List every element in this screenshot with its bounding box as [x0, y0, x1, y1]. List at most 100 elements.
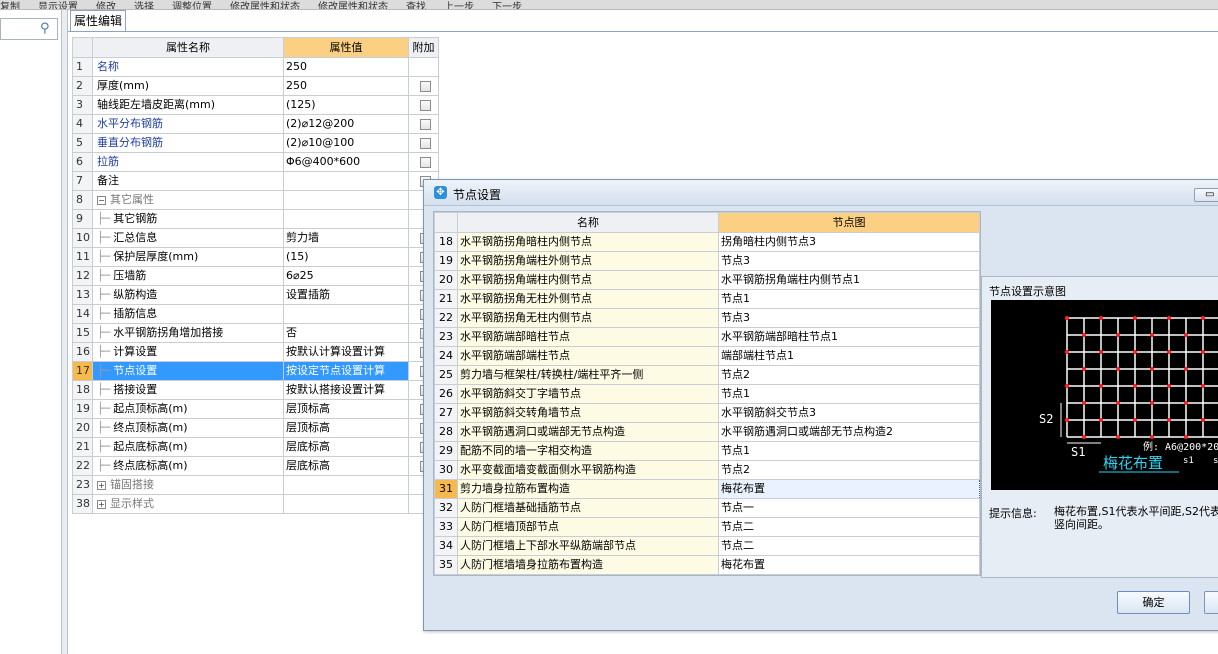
node-row[interactable]: 24 水平钢筋端部端柱节点 端部端柱节点1: [434, 346, 980, 366]
node-row[interactable]: 34 人防门框墙上下部水平纵筋端部节点 节点二: [434, 536, 980, 556]
property-row[interactable]: 4 水平分布钢筋 (2)⌀12@200: [72, 114, 439, 134]
toolbar-item[interactable]: 修改属性和状态: [318, 3, 388, 10]
property-row[interactable]: 11 ├─ 保护层厚度(mm) (15): [72, 247, 439, 267]
node-row[interactable]: 28 水平钢筋遇洞口或端部无节点构造 水平钢筋遇洞口或端部无节点构造2: [434, 422, 980, 442]
node-row[interactable]: 30 水平变截面墙变截面侧水平钢筋构造 节点2: [434, 460, 980, 480]
node-row[interactable]: 31 剪力墙身拉筋布置构造 梅花布置: [434, 479, 980, 499]
node-diagram-cell[interactable]: 节点3: [718, 251, 980, 271]
property-row[interactable]: 38 + 显示样式: [72, 494, 439, 514]
node-diagram-cell[interactable]: 节点2: [718, 460, 980, 480]
node-diagram-cell[interactable]: 水平钢筋端部暗柱节点1: [718, 327, 980, 347]
property-value-header[interactable]: 属性值: [283, 37, 409, 58]
property-value-cell[interactable]: 6⌀25: [283, 266, 409, 286]
node-diagram-cell[interactable]: 梅花布置: [718, 479, 980, 499]
property-value-cell[interactable]: 否: [283, 323, 409, 343]
node-diagram-header[interactable]: 节点图: [718, 212, 980, 233]
node-diagram-cell[interactable]: 节点二: [718, 536, 980, 556]
property-row[interactable]: 1 名称 250: [72, 57, 439, 77]
node-row[interactable]: 22 水平钢筋拐角无柱内侧节点 节点3: [434, 308, 980, 328]
property-value-cell[interactable]: [283, 494, 409, 514]
property-row[interactable]: 10 ├─ 汇总信息 剪力墙: [72, 228, 439, 248]
toolbar-item[interactable]: 修改属性和状态: [230, 3, 300, 10]
node-diagram-cell[interactable]: 水平钢筋遇洞口或端部无节点构造2: [718, 422, 980, 442]
expand-icon[interactable]: +: [97, 480, 106, 490]
property-row[interactable]: 7 备注: [72, 171, 439, 191]
node-diagram-cell[interactable]: 节点1: [718, 384, 980, 404]
property-value-cell[interactable]: [283, 475, 409, 495]
property-name-header[interactable]: 属性名称: [92, 37, 284, 58]
tab-property-edit[interactable]: 属性编辑: [70, 10, 126, 32]
extra-checkbox[interactable]: [420, 80, 431, 92]
property-value-cell[interactable]: [283, 304, 409, 324]
property-row[interactable]: 5 垂直分布钢筋 (2)⌀10@100: [72, 133, 439, 153]
property-row[interactable]: 19 ├─ 起点顶标高(m) 层顶标高: [72, 399, 439, 419]
node-row[interactable]: 25 剪力墙与框架柱/转换柱/端柱平齐一侧 节点2: [434, 365, 980, 385]
property-row[interactable]: 8− 其它属性: [72, 190, 439, 210]
property-row[interactable]: 13 ├─ 纵筋构造 设置插筋: [72, 285, 439, 305]
pane-splitter[interactable]: [62, 10, 68, 654]
property-value-cell[interactable]: 层底标高: [283, 437, 409, 457]
ok-button[interactable]: 确定: [1117, 591, 1190, 614]
property-value-cell[interactable]: 按设定节点设置计算: [283, 361, 409, 381]
toolbar-item[interactable]: 上一步: [444, 3, 474, 10]
property-value-cell[interactable]: Φ6@400*600: [283, 152, 409, 172]
property-value-cell[interactable]: 层顶标高: [283, 418, 409, 438]
property-value-cell[interactable]: 设置插筋: [283, 285, 409, 305]
node-diagram-cell[interactable]: 节点2: [718, 365, 980, 385]
property-row[interactable]: 12 ├─ 压墙筋 6⌀25: [72, 266, 439, 286]
property-value-cell[interactable]: (125): [283, 95, 409, 115]
toolbar-item[interactable]: 调整位置: [172, 3, 212, 10]
search-icon[interactable]: ⚲: [40, 21, 50, 36]
property-value-cell[interactable]: 按默认计算设置计算: [283, 342, 409, 362]
property-value-cell[interactable]: 按默认搭接设置计算: [283, 380, 409, 400]
property-row[interactable]: 9 ├─ 其它钢筋: [72, 209, 439, 229]
node-diagram-cell[interactable]: 梅花布置: [718, 555, 980, 575]
node-row[interactable]: 20 水平钢筋拐角端柱内侧节点 水平钢筋拐角端柱内侧节点1: [434, 270, 980, 290]
property-row[interactable]: 21 ├─ 起点底标高(m) 层底标高: [72, 437, 439, 457]
cancel-button[interactable]: [1204, 591, 1218, 614]
node-diagram-cell[interactable]: 节点二: [718, 517, 980, 537]
property-value-cell[interactable]: (2)⌀12@200: [283, 114, 409, 134]
node-diagram-cell[interactable]: 拐角暗柱内侧节点3: [718, 232, 980, 252]
property-value-cell[interactable]: 层底标高: [283, 456, 409, 476]
property-row[interactable]: 18 ├─ 搭接设置 按默认搭接设置计算: [72, 380, 439, 400]
node-name-header[interactable]: 名称: [457, 212, 719, 233]
node-row[interactable]: 21 水平钢筋拐角无柱外侧节点 节点1: [434, 289, 980, 309]
property-row[interactable]: 15 ├─ 水平钢筋拐角增加搭接否: [72, 323, 439, 343]
property-value-cell[interactable]: (2)⌀10@100: [283, 133, 409, 153]
property-row[interactable]: 23 + 锚固搭接: [72, 475, 439, 495]
node-row[interactable]: 18 水平钢筋拐角暗柱内侧节点 拐角暗柱内侧节点3: [434, 232, 980, 252]
extra-checkbox[interactable]: [420, 99, 431, 111]
property-value-cell[interactable]: 剪力墙: [283, 228, 409, 248]
property-value-cell[interactable]: 250: [283, 76, 409, 96]
toolbar-item[interactable]: 选择: [134, 3, 154, 10]
node-diagram-cell[interactable]: 节点3: [718, 308, 980, 328]
node-row[interactable]: 23 水平钢筋端部暗柱节点 水平钢筋端部暗柱节点1: [434, 327, 980, 347]
property-row[interactable]: 6 拉筋 Φ6@400*600: [72, 152, 439, 172]
node-row[interactable]: 19 水平钢筋拐角端柱外侧节点 节点3: [434, 251, 980, 271]
node-diagram-cell[interactable]: 节点一: [718, 498, 980, 518]
property-row[interactable]: 20 ├─ 终点顶标高(m) 层顶标高: [72, 418, 439, 438]
extra-checkbox[interactable]: [420, 118, 431, 130]
expand-icon[interactable]: +: [97, 499, 106, 509]
node-row[interactable]: 26 水平钢筋斜交丁字墙节点 节点1: [434, 384, 980, 404]
property-row[interactable]: 3 轴线距左墙皮距离(mm) (125): [72, 95, 439, 115]
node-diagram-cell[interactable]: 水平钢筋斜交节点3: [718, 403, 980, 423]
node-diagram-cell[interactable]: 节点1: [718, 289, 980, 309]
property-row[interactable]: 17 ├─ 节点设置 按设定节点设置计算: [72, 361, 439, 381]
property-extra-header[interactable]: 附加: [408, 37, 439, 58]
node-row[interactable]: 32 人防门框墙基础插筋节点 节点一: [434, 498, 980, 518]
node-row[interactable]: 33 人防门框墙顶部节点 节点二: [434, 517, 980, 537]
property-row[interactable]: 22 ├─ 终点底标高(m) 层底标高: [72, 456, 439, 476]
node-diagram-cell[interactable]: 水平钢筋拐角端柱内侧节点1: [718, 270, 980, 290]
property-value-cell[interactable]: 层顶标高: [283, 399, 409, 419]
node-row[interactable]: 27 水平钢筋斜交转角墙节点 水平钢筋斜交节点3: [434, 403, 980, 423]
property-row[interactable]: 16 ├─ 计算设置 按默认计算设置计算: [72, 342, 439, 362]
property-row[interactable]: 2 厚度(mm) 250: [72, 76, 439, 96]
collapse-icon[interactable]: −: [97, 195, 106, 205]
property-row[interactable]: 14 ├─ 插筋信息: [72, 304, 439, 324]
node-row[interactable]: 29 配筋不同的墙一字相交构造 节点1: [434, 441, 980, 461]
toolbar-item[interactable]: 下一步: [492, 3, 522, 10]
property-value-cell[interactable]: [283, 171, 409, 191]
node-diagram-cell[interactable]: 端部端柱节点1: [718, 346, 980, 366]
